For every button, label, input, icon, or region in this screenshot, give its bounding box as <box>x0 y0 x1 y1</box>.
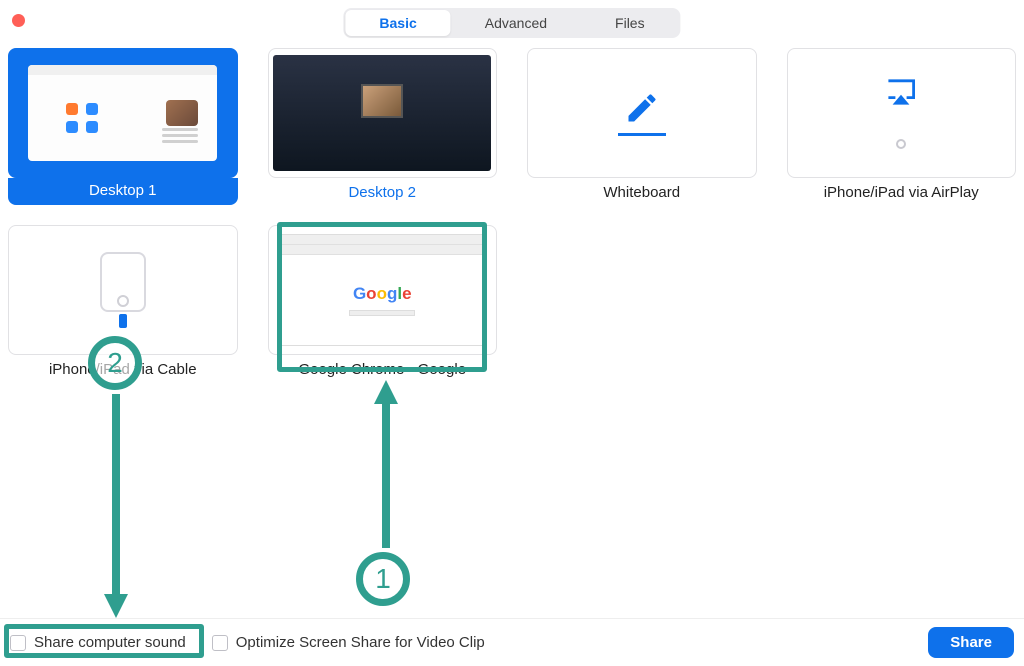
checkbox-share-sound[interactable]: Share computer sound <box>10 634 186 651</box>
option-whiteboard[interactable]: Whiteboard <box>527 48 757 205</box>
option-desktop-1[interactable]: Desktop 1 <box>8 48 238 205</box>
checkbox-label: Share computer sound <box>34 634 186 651</box>
google-logo: Google <box>353 284 412 304</box>
thumbnail-cable <box>8 225 238 355</box>
annotation-arrow-down <box>104 394 128 618</box>
option-label: Whiteboard <box>603 184 680 201</box>
checkbox-optimize-video[interactable]: Optimize Screen Share for Video Clip <box>212 634 485 651</box>
annotation-arrow-up <box>374 380 398 550</box>
thumbnail-desktop-2 <box>268 48 498 178</box>
pencil-icon <box>624 90 660 131</box>
option-label: iPhone/iPad via AirPlay <box>824 184 979 201</box>
thumbnail-airplay <box>787 48 1017 178</box>
thumbnail-desktop-1 <box>8 48 238 178</box>
option-label: Google Chrome - Google <box>298 361 466 378</box>
device-home-indicator <box>896 139 906 149</box>
option-airplay[interactable]: iPhone/iPad via AirPlay <box>787 48 1017 205</box>
share-option-grid: Desktop 1 Desktop 2 Whiteboard <box>0 40 1024 378</box>
checkbox-label: Optimize Screen Share for Video Clip <box>236 634 485 651</box>
share-button[interactable]: Share <box>928 627 1014 658</box>
thumbnail-chrome: Google <box>268 225 498 355</box>
window-close-button[interactable] <box>12 14 25 27</box>
option-desktop-2[interactable]: Desktop 2 <box>268 48 498 205</box>
tab-advanced[interactable]: Advanced <box>451 10 581 36</box>
option-chrome-window[interactable]: Google Google Chrome - Google <box>268 225 498 378</box>
thumbnail-whiteboard <box>527 48 757 178</box>
checkbox-box <box>10 635 26 651</box>
option-label: Desktop 1 <box>8 178 238 205</box>
option-label: Desktop 2 <box>348 184 416 201</box>
checkbox-box <box>212 635 228 651</box>
tab-basic[interactable]: Basic <box>345 10 450 36</box>
annotation-step-1: 1 <box>356 552 410 606</box>
tab-strip: Basic Advanced Files <box>343 8 680 38</box>
cable-plug-icon <box>119 314 127 328</box>
option-label: iPhone/iPad via Cable <box>49 361 197 378</box>
device-icon <box>100 252 146 312</box>
tab-files[interactable]: Files <box>581 10 679 36</box>
bottom-bar: Share computer sound Optimize Screen Sha… <box>0 618 1024 666</box>
airplay-icon <box>884 78 918 111</box>
option-cable[interactable]: iPhone/iPad via Cable <box>8 225 238 378</box>
